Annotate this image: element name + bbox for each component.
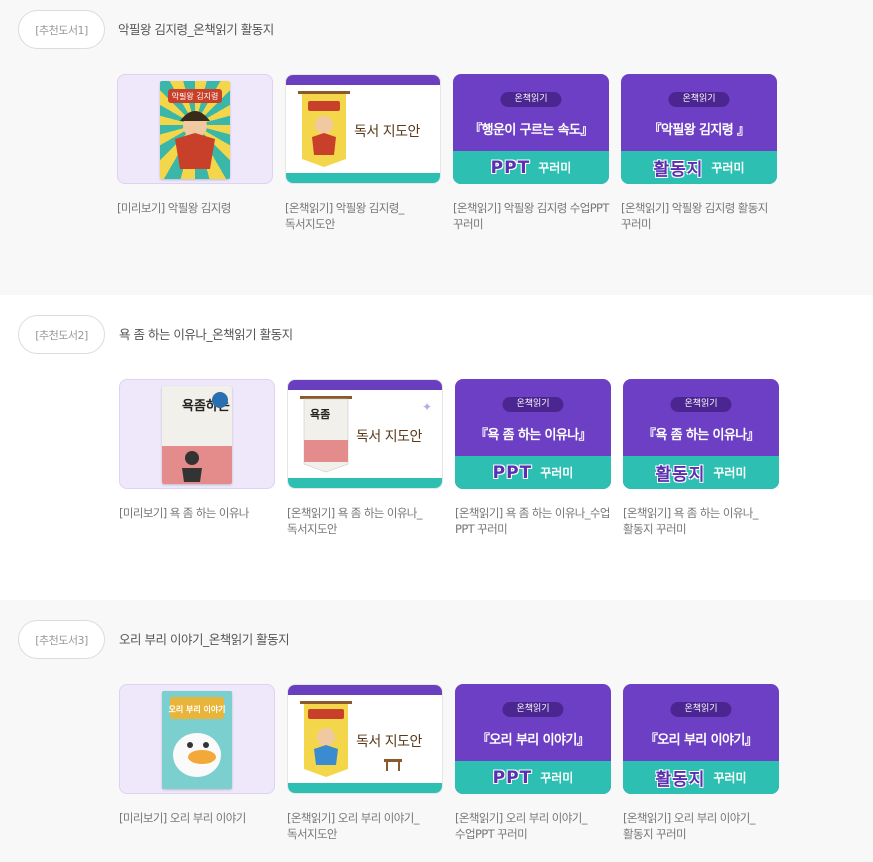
book-cover-image: 악필왕 김지령 (160, 81, 230, 179)
reading-guide-thumbnail[interactable]: 독서 지도안 (285, 74, 441, 184)
package-label: 꾸러미 (713, 466, 747, 480)
package-banner: PPT 꾸러미 (455, 761, 611, 794)
book-title-label: 『오리 부리 이야기』 (644, 733, 758, 748)
class-ppt-thumbnail[interactable]: 온책읽기 『행운이 구르는 속도』 PPT 꾸러미 (453, 74, 609, 184)
reading-pill: 온책읽기 (668, 92, 730, 107)
package-label: 꾸러미 (711, 161, 745, 175)
reading-guide-thumbnail[interactable]: 욕좀 독서 지도안 ✦ (287, 379, 443, 489)
package-banner: 활동지 꾸러미 (623, 456, 779, 489)
card-caption[interactable]: [온책읽기] 욕 좀 하는 이유나_수업 PPT 꾸러미 (455, 505, 611, 537)
guide-bottom-bar (288, 783, 442, 793)
card-caption[interactable]: [온책읽기] 악필왕 김지령 활동지 꾸러미 (621, 200, 777, 232)
desk-icon (384, 759, 402, 771)
card-caption[interactable]: [미리보기] 악필왕 김지령 (117, 200, 273, 216)
class-ppt-thumbnail[interactable]: 온책읽기 『오리 부리 이야기』 PPT 꾸러미 (455, 684, 611, 794)
book-cover-thumbnail[interactable]: 악필왕 김지령 (117, 74, 273, 184)
svg-text:욕좀: 욕좀 (310, 408, 330, 421)
package-banner: PPT 꾸러미 (453, 151, 609, 184)
section-title: 오리 부리 이야기_온책읽기 활동지 (119, 632, 290, 647)
card-caption[interactable]: [온책읽기] 욕 좀 하는 이유나_활동지 꾸러미 (623, 505, 779, 537)
book-section-1: [추천도서1] 악필왕 김지령_온책읽기 활동지 악필왕 김지령 [미리보기] … (0, 0, 873, 304)
reading-guide-thumbnail[interactable]: 독서 지도안 (287, 684, 443, 794)
pennant-book-icon (300, 701, 352, 777)
package-type: 활동지 (655, 770, 706, 790)
reading-pill: 온책읽기 (502, 702, 564, 717)
book-cover-thumbnail[interactable]: 오리 부리 이야기 (119, 684, 275, 794)
book-cover-image: 오리 부리 이야기 (162, 691, 232, 789)
card-caption[interactable]: [온책읽기] 오리 부리 이야기_수업PPT 꾸러미 (455, 810, 611, 842)
card-caption[interactable]: [미리보기] 욕 좀 하는 이유나 (119, 505, 275, 521)
card-caption[interactable]: [미리보기] 오리 부리 이야기 (119, 810, 275, 826)
card-caption[interactable]: [온책읽기] 오리 부리 이야기_독서지도안 (287, 810, 443, 842)
card-caption[interactable]: [온책읽기] 악필왕 김지령 수업PPT 꾸러미 (453, 200, 609, 232)
guide-label: 독서 지도안 (356, 734, 422, 750)
package-label: 꾸러미 (540, 771, 574, 785)
pennant-book-icon: 욕좀 (300, 396, 352, 473)
reading-pill: 온책읽기 (670, 397, 732, 412)
book-title-label: 『오리 부리 이야기』 (476, 733, 590, 748)
recommend-badge: [추천도서3] (18, 620, 105, 659)
pennant-book-icon (298, 91, 350, 167)
book-title-label: 『욕 좀 하는 이유나』 (642, 428, 760, 443)
package-banner: 활동지 꾸러미 (623, 761, 779, 794)
package-type: PPT (490, 157, 531, 178)
book-title-label: 『욕 좀 하는 이유나』 (474, 428, 592, 443)
package-type: PPT (492, 767, 533, 788)
cover-title: 오리 부리 이야기 (168, 704, 225, 714)
guide-top-bar (288, 380, 442, 390)
package-label: 꾸러미 (540, 466, 574, 480)
package-banner: PPT 꾸러미 (455, 456, 611, 489)
package-banner: 활동지 꾸러미 (621, 151, 777, 184)
cover-title: 악필왕 김지령 (172, 91, 219, 101)
worksheet-thumbnail[interactable]: 온책읽기 『욕 좀 하는 이유나』 활동지 꾸러미 (623, 379, 779, 489)
package-type: 활동지 (655, 465, 706, 485)
book-title-label: 『악필왕 김지령 』 (648, 123, 750, 138)
book-cover-thumbnail[interactable]: 욕좀하는 이유나 (119, 379, 275, 489)
sparkle-icon: ✦ (421, 400, 432, 414)
package-type: PPT (492, 462, 533, 483)
guide-label: 독서 지도안 (354, 124, 420, 140)
card-caption[interactable]: [온책읽기] 욕 좀 하는 이유나_독서지도안 (287, 505, 443, 537)
book-cover-image: 욕좀하는 이유나 (162, 386, 232, 484)
book-section-2: [추천도서2] 욕 좀 하는 이유나_온책읽기 활동지 욕좀하는 이유나 [미리… (0, 295, 873, 605)
guide-top-bar (288, 685, 442, 695)
card-caption[interactable]: [온책읽기] 오리 부리 이야기_활동지 꾸러미 (623, 810, 779, 842)
package-label: 꾸러미 (713, 771, 747, 785)
guide-label: 독서 지도안 (356, 429, 422, 445)
package-label: 꾸러미 (538, 161, 572, 175)
package-type: 활동지 (653, 160, 704, 180)
class-ppt-thumbnail[interactable]: 온책읽기 『욕 좀 하는 이유나』 PPT 꾸러미 (455, 379, 611, 489)
recommend-badge: [추천도서2] (18, 315, 105, 354)
recommend-badge: [추천도서1] (18, 10, 105, 49)
book-section-3: [추천도서3] 오리 부리 이야기_온책읽기 활동지 오리 부리 이야기 [미리… (0, 600, 873, 862)
card-caption[interactable]: [온책읽기] 악필왕 김지령_독서지도안 (285, 200, 441, 232)
section-title: 욕 좀 하는 이유나_온책읽기 활동지 (119, 327, 293, 342)
worksheet-thumbnail[interactable]: 온책읽기 『악필왕 김지령 』 활동지 꾸러미 (621, 74, 777, 184)
guide-bottom-bar (288, 478, 442, 488)
worksheet-thumbnail[interactable]: 온책읽기 『오리 부리 이야기』 활동지 꾸러미 (623, 684, 779, 794)
guide-bottom-bar (286, 173, 440, 183)
reading-pill: 온책읽기 (670, 702, 732, 717)
section-title: 악필왕 김지령_온책읽기 활동지 (118, 22, 274, 37)
reading-pill: 온책읽기 (502, 397, 564, 412)
guide-top-bar (286, 75, 440, 85)
book-title-label: 『행운이 구르는 속도』 (469, 123, 593, 138)
reading-pill: 온책읽기 (500, 92, 562, 107)
